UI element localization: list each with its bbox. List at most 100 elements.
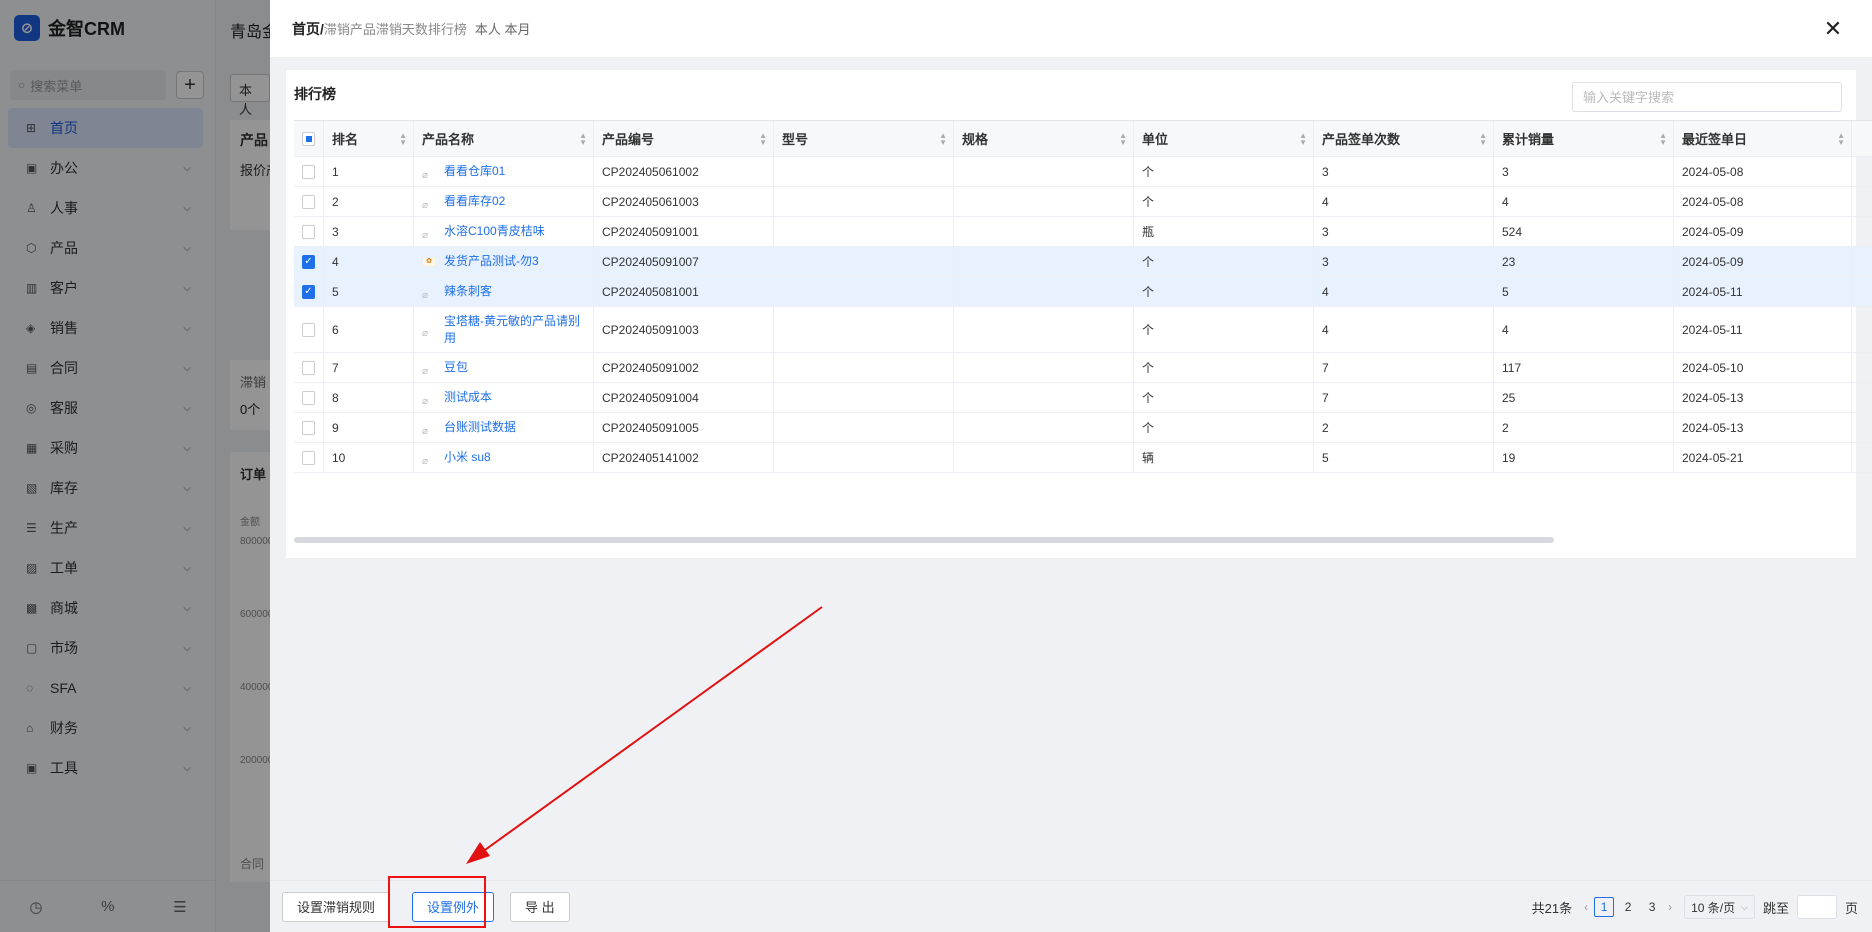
cell-value: 10 — [332, 450, 346, 465]
column-header-label: 规格 — [962, 132, 989, 147]
row-checkbox[interactable]: ✓ — [302, 284, 315, 299]
cell-rank: 1 — [324, 157, 414, 186]
row-checkbox[interactable] — [302, 450, 315, 465]
product-link[interactable]: ⌀ 水溶C100青皮桔味 — [422, 223, 545, 241]
product-link[interactable]: ⌀ 豆包 — [422, 359, 468, 377]
product-link[interactable]: ⌀ 台账测试数据 — [422, 419, 516, 437]
prev-page-icon[interactable]: ‹ — [1584, 900, 1588, 914]
row-checkbox[interactable]: ✓ — [302, 254, 315, 269]
row-checkbox[interactable] — [302, 420, 315, 435]
sort-icon[interactable]: ▲ ▼ — [1659, 131, 1667, 146]
page-number[interactable]: 3 — [1642, 897, 1662, 917]
table-row[interactable]: ✓ 5 ⌀ 辣条刺客 CP202405081001 个 4 5 2024-05-11 — [294, 277, 1872, 307]
cell-spec — [954, 187, 1134, 216]
page-size-select[interactable]: 10 条/页 ⌵ — [1684, 895, 1755, 919]
sort-icon[interactable]: ▲ ▼ — [579, 131, 587, 146]
sort-icon[interactable]: ▲ ▼ — [939, 131, 947, 146]
cell-rank: 7 — [324, 353, 414, 382]
cell-count: 4 — [1314, 307, 1494, 352]
page-number[interactable]: 1 — [1594, 897, 1615, 917]
table-row[interactable]: ✓ 4 ✿ 发货产品测试-勿3 CP202405091007 个 3 23 2024-05-09 — [294, 247, 1872, 277]
cell-sales: 524 — [1494, 217, 1674, 246]
cell-value: 个 — [1142, 323, 1155, 337]
jump-label: 跳至 — [1762, 900, 1789, 916]
horizontal-scrollbar[interactable] — [294, 537, 1554, 543]
product-link[interactable]: ⌀ 小米 su8 — [422, 449, 491, 467]
row-checkbox[interactable] — [302, 360, 315, 375]
next-page-icon[interactable]: › — [1668, 900, 1672, 914]
cell-value: 3 — [1502, 164, 1509, 179]
sort-icon[interactable]: ▲ ▼ — [399, 131, 407, 146]
column-header[interactable]: 产品签单次数 ▲ ▼ — [1314, 121, 1494, 156]
close-icon[interactable]: ✕ — [1820, 16, 1846, 42]
product-link[interactable]: ⌀ 看看仓库01 — [422, 163, 505, 181]
column-header[interactable]: 排名 ▲ ▼ — [324, 121, 414, 156]
highlight-box — [388, 876, 486, 928]
column-header[interactable]: 产品编号 ▲ ▼ — [594, 121, 774, 156]
product-link[interactable]: ⌀ 宝塔糖-黄元敏的产品请别用 — [422, 313, 585, 347]
column-header-label: 最近签单日 — [1682, 132, 1748, 147]
cell-value: 2024-05-11 — [1682, 284, 1743, 299]
cell-date: 2024-05-09 — [1674, 217, 1852, 246]
row-checkbox[interactable] — [302, 164, 315, 179]
keyword-search-input[interactable] — [1572, 82, 1842, 112]
column-header[interactable]: 型号 ▲ ▼ — [774, 121, 954, 156]
column-header-label: 型号 — [782, 132, 809, 147]
cell-sales: 4 — [1494, 187, 1674, 216]
cell-value: 2 — [1502, 420, 1509, 435]
row-checkbox[interactable] — [302, 322, 315, 337]
cell-value: 4 — [1322, 194, 1329, 209]
row-checkbox[interactable] — [302, 194, 315, 209]
table-row[interactable]: 8 ⌀ 测试成本 CP202405091004 个 7 25 2024-05-13 — [294, 383, 1872, 413]
page-number[interactable]: 2 — [1618, 897, 1638, 917]
cell-spec — [954, 217, 1134, 246]
sort-icon[interactable]: ▲ ▼ — [759, 131, 767, 146]
product-link[interactable]: ✿ 发货产品测试-勿3 — [422, 253, 539, 270]
table-row[interactable]: 3 ⌀ 水溶C100青皮桔味 CP202405091001 瓶 3 524 2024-05-0… — [294, 217, 1872, 247]
table-row[interactable]: 10 ⌀ 小米 su8 CP202405141002 辆 5 19 2024-05-21 — [294, 443, 1872, 473]
cell-date: 2024-05-13 — [1674, 413, 1852, 442]
cell-value: 2024-05-08 — [1682, 164, 1744, 179]
column-header[interactable]: 累计销量 ▲ ▼ — [1494, 121, 1674, 156]
cell-unit: 个 — [1134, 247, 1314, 276]
select-all-checkbox[interactable] — [302, 131, 315, 146]
cell-value: 个 — [1142, 255, 1155, 269]
table-row[interactable]: 1 ⌀ 看看仓库01 CP202405061002 个 3 3 2024-05-08 — [294, 157, 1872, 187]
cell-sales: 2 — [1494, 413, 1674, 442]
column-header[interactable]: 最近签单日 ▲ ▼ — [1674, 121, 1852, 156]
image-placeholder-icon: ⌀ — [422, 289, 429, 301]
sort-icon[interactable]: ▲ ▼ — [1837, 131, 1845, 146]
row-checkbox[interactable] — [302, 390, 315, 405]
cell-model — [774, 247, 954, 276]
cell-value: CP202405061002 — [602, 164, 699, 179]
table-row[interactable]: 6 ⌀ 宝塔糖-黄元敏的产品请别用 CP202405091003 个 4 4 2024-05-… — [294, 307, 1872, 353]
breadcrumb-meta: 本人 本月 — [474, 22, 531, 37]
column-header[interactable]: 单位 ▲ ▼ — [1134, 121, 1314, 156]
cell-count: 4 — [1314, 277, 1494, 306]
product-name: 测试成本 — [444, 390, 493, 404]
table-row[interactable]: 7 ⌀ 豆包 CP202405091002 个 7 117 2024-05-10 — [294, 353, 1872, 383]
cell-sales: 25 — [1494, 383, 1674, 412]
row-checkbox[interactable] — [302, 224, 315, 239]
cell-value: 2024-05-11 — [1682, 322, 1743, 337]
jump-page-input[interactable] — [1796, 895, 1837, 919]
set-rule-button[interactable]: 设置滞销规则 — [282, 891, 391, 922]
breadcrumb-home[interactable]: 首页/ — [292, 19, 324, 39]
row-checkbox-cell — [294, 217, 324, 246]
export-button[interactable]: 导 出 — [510, 891, 570, 922]
column-header[interactable]: 规格 ▲ ▼ — [954, 121, 1134, 156]
sort-icon[interactable]: ▲ ▼ — [1299, 131, 1307, 146]
cell-value: 个 — [1142, 165, 1155, 179]
product-link[interactable]: ⌀ 测试成本 — [422, 389, 493, 407]
column-header[interactable]: 产品名称 ▲ ▼ — [414, 121, 594, 156]
cell-name: ⌀ 看看库存02 — [414, 187, 594, 216]
table-row[interactable]: 9 ⌀ 台账测试数据 CP202405091005 个 2 2 2024-05-13 — [294, 413, 1872, 443]
sort-icon[interactable]: ▲ ▼ — [1479, 131, 1487, 146]
cell-value: CP202405061003 — [602, 194, 699, 209]
product-link[interactable]: ⌀ 看看库存02 — [422, 193, 505, 211]
sort-icon[interactable]: ▲ ▼ — [1119, 131, 1127, 146]
product-link[interactable]: ⌀ 辣条刺客 — [422, 283, 492, 301]
cell-value: CP202405081001 — [602, 284, 699, 299]
cell-value: 个 — [1142, 361, 1155, 375]
table-row[interactable]: 2 ⌀ 看看库存02 CP202405061003 个 4 4 2024-05-08 — [294, 187, 1872, 217]
